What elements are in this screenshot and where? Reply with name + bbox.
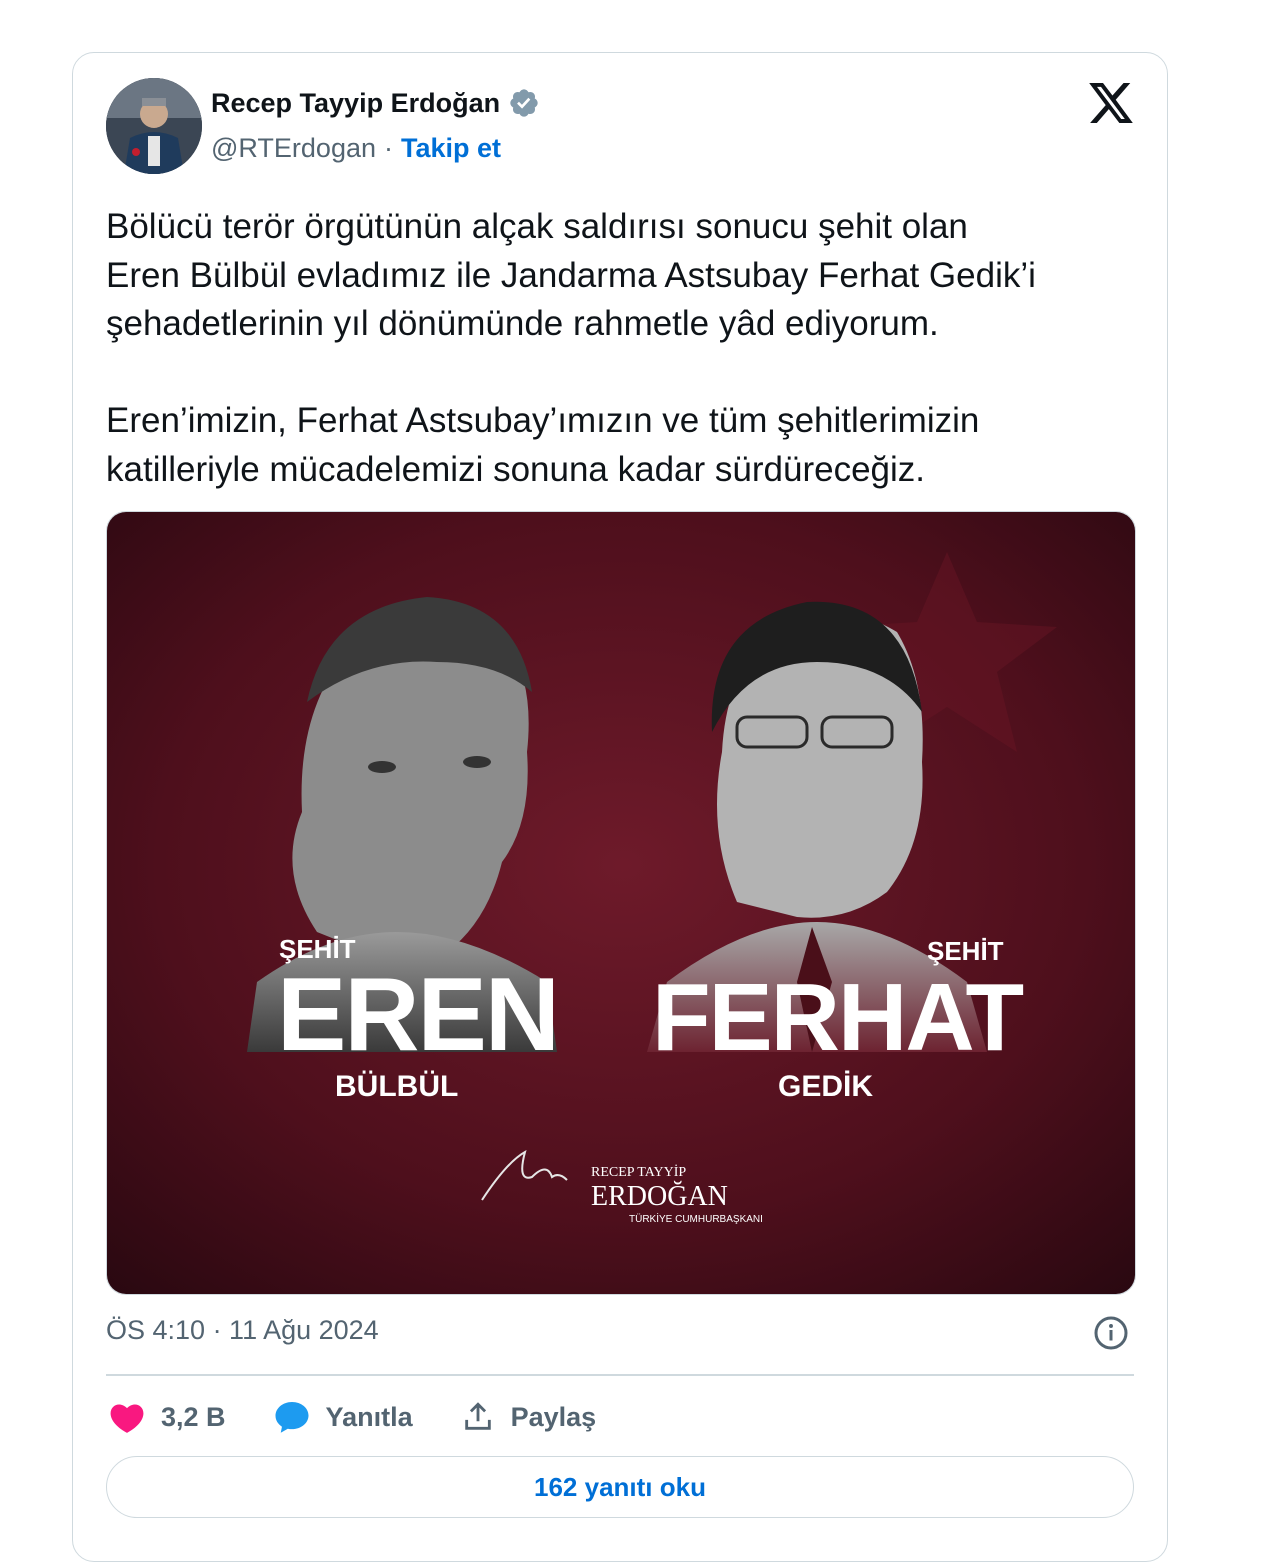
action-bar: 3,2 B Yanıtla Paylaş [109,1393,644,1441]
signature-line1: RECEP TAYYİP [591,1164,686,1180]
handle-separator: · [384,133,393,163]
right-prefix: ŞEHİT [927,936,1004,966]
right-first-name: FERHAT [652,964,1024,1071]
heart-icon [110,1404,144,1433]
signature-line3: TÜRKİYE CUMHURBAŞKANI [629,1212,763,1225]
reply-button[interactable]: Yanıtla [274,1400,413,1434]
divider [106,1374,1134,1376]
author-name[interactable]: Recep Tayyip Erdoğan [211,88,500,119]
info-icon[interactable] [1093,1315,1129,1351]
follow-link[interactable]: Takip et [401,133,501,164]
share-button[interactable]: Paylaş [461,1400,597,1434]
author-handle[interactable]: @RTErdogan [211,133,376,164]
tweet-timestamp[interactable]: ÖS 4:10 · 11 Ağu 2024 [106,1315,379,1346]
author-avatar[interactable] [106,78,202,174]
tweet-media-image[interactable]: ŞEHİT EREN BÜLBÜL ŞEHİT FERHAT GEDİK REC… [106,511,1136,1295]
read-replies-button[interactable]: 162 yanıtı oku [106,1456,1134,1518]
signature-line2: ERDOĞAN [591,1181,728,1212]
reply-label: Yanıtla [325,1401,413,1432]
tweet-embed-card: Recep Tayyip Erdoğan @RTErdogan · Takip … [72,52,1168,1562]
verified-badge-icon [510,89,538,117]
reply-bubble-icon [275,1402,309,1433]
share-label: Paylaş [510,1401,597,1432]
share-icon [464,1402,491,1430]
left-last-name: BÜLBÜL [335,1070,458,1103]
right-last-name: GEDİK [778,1070,873,1103]
left-first-name: EREN [277,957,558,1073]
like-button[interactable]: 3,2 B [109,1400,226,1434]
tweet-text: Bölücü terör örgütünün alçak saldırısı s… [106,207,1036,489]
like-count: 3,2 B [161,1401,226,1432]
x-logo-icon[interactable] [1089,83,1133,123]
